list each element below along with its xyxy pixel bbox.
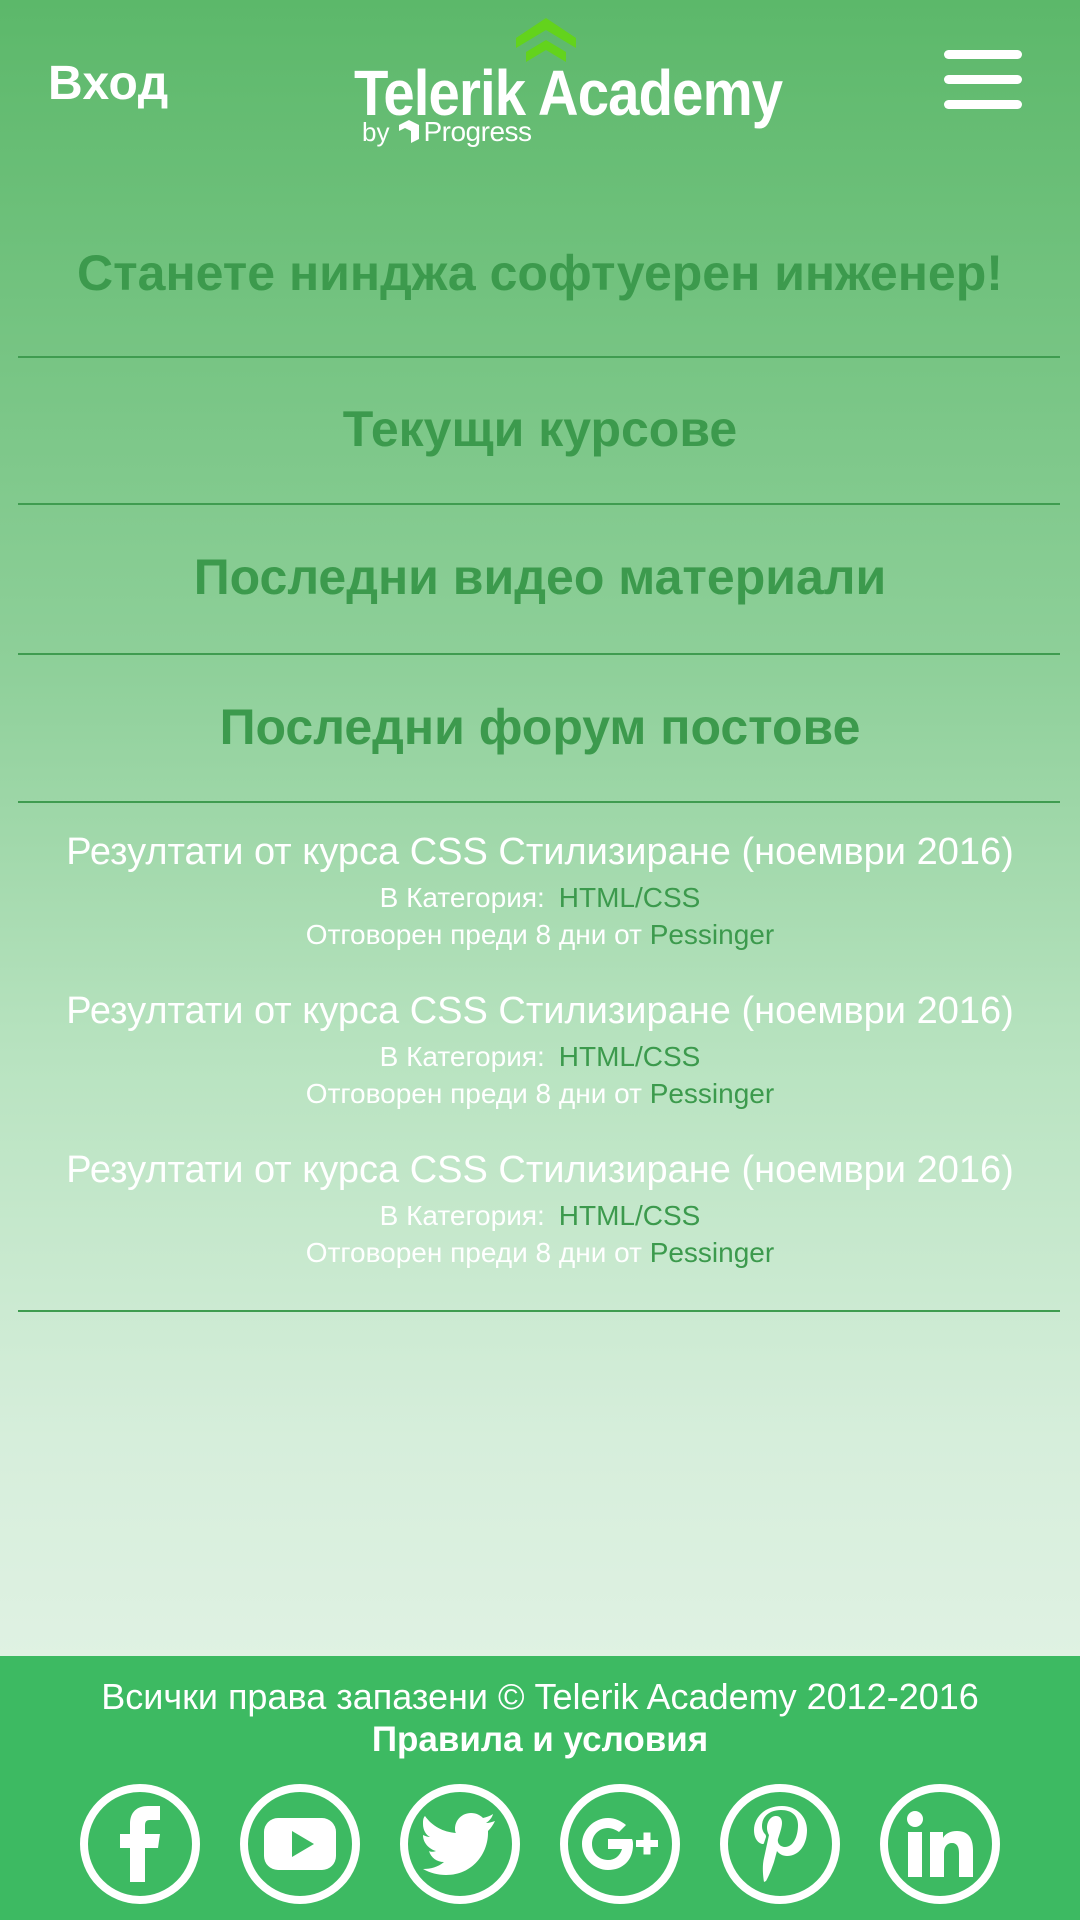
answered-text: Отговорен преди 8 дни от xyxy=(305,1237,642,1268)
forum-post-title[interactable]: Резултати от курса CSS Стилизиране (ноем… xyxy=(0,1147,1080,1193)
forum-post-title[interactable]: Резултати от курса CSS Стилизиране (ноем… xyxy=(0,829,1080,875)
youtube-glyph xyxy=(264,1818,336,1870)
author-link[interactable]: Pessinger xyxy=(650,1078,775,1109)
twitter-glyph xyxy=(423,1813,495,1875)
category-link[interactable]: HTML/CSS xyxy=(559,1200,701,1231)
forum-post: Резултати от курса CSS Стилизиране (ноем… xyxy=(0,1147,1080,1271)
latest-videos-heading[interactable]: Последни видео материали xyxy=(0,548,1080,606)
hero-title: Станете нинджа софтуерен инженер! xyxy=(77,245,1003,301)
forum-post-answered: Отговорен преди 8 дни от Pessinger xyxy=(0,916,1080,953)
youtube-icon[interactable] xyxy=(240,1784,360,1904)
divider xyxy=(18,356,1060,358)
category-label: В Категория: xyxy=(379,1200,545,1231)
divider xyxy=(18,1310,1060,1312)
latest-forum-posts-heading[interactable]: Последни форум постове xyxy=(0,698,1080,756)
pinterest-glyph xyxy=(754,1806,807,1882)
progress-logo-icon xyxy=(399,120,420,143)
pinterest-icon[interactable] xyxy=(720,1784,840,1904)
divider xyxy=(18,653,1060,655)
answered-text: Отговорен преди 8 дни от xyxy=(305,1078,642,1109)
linkedin-icon[interactable] xyxy=(880,1784,1000,1904)
forum-post-category: В Категория: HTML/CSS xyxy=(0,879,1080,916)
divider xyxy=(18,801,1060,803)
forum-post-answered: Отговорен преди 8 дни от Pessinger xyxy=(0,1234,1080,1271)
logo-by: by xyxy=(362,116,390,147)
answered-text: Отговорен преди 8 дни от xyxy=(305,919,642,950)
forum-post: Резултати от курса CSS Стилизиране (ноем… xyxy=(0,829,1080,953)
header: Вход Telerik Academy by Progress xyxy=(0,0,1080,170)
facebook-icon[interactable] xyxy=(80,1784,200,1904)
current-courses-heading[interactable]: Текущи курсове xyxy=(0,400,1080,458)
login-link[interactable]: Вход xyxy=(48,56,169,111)
author-link[interactable]: Pessinger xyxy=(650,1237,775,1268)
hamburger-menu-icon[interactable] xyxy=(944,50,1022,110)
copyright-text: Всички права запазени © Telerik Academy … xyxy=(101,1676,979,1717)
telerik-academy-logo[interactable]: Telerik Academy by Progress xyxy=(352,16,783,156)
forum-post-answered: Отговорен преди 8 дни от Pessinger xyxy=(0,1075,1080,1112)
linkedin-glyph xyxy=(907,1811,973,1877)
divider xyxy=(18,503,1060,505)
terms-link[interactable]: Правила и условия xyxy=(0,1720,1080,1760)
logo-subtitle: by Progress xyxy=(362,116,532,148)
author-link[interactable]: Pessinger xyxy=(650,919,775,950)
category-label: В Категория: xyxy=(379,882,545,913)
footer: Всички права запазени © Telerik Academy … xyxy=(0,1656,1080,1920)
twitter-icon[interactable] xyxy=(400,1784,520,1904)
google-plus-glyph xyxy=(582,1818,658,1870)
category-label: В Категория: xyxy=(379,1041,545,1072)
facebook-glyph xyxy=(120,1806,160,1882)
category-link[interactable]: HTML/CSS xyxy=(559,882,701,913)
forum-post-category: В Категория: HTML/CSS xyxy=(0,1038,1080,1075)
forum-post: Резултати от курса CSS Стилизиране (ноем… xyxy=(0,988,1080,1112)
logo-progress: Progress xyxy=(423,116,532,147)
forum-post-category: В Категория: HTML/CSS xyxy=(0,1197,1080,1234)
category-link[interactable]: HTML/CSS xyxy=(559,1041,701,1072)
forum-post-title[interactable]: Резултати от курса CSS Стилизиране (ноем… xyxy=(0,988,1080,1034)
google-plus-icon[interactable] xyxy=(560,1784,680,1904)
